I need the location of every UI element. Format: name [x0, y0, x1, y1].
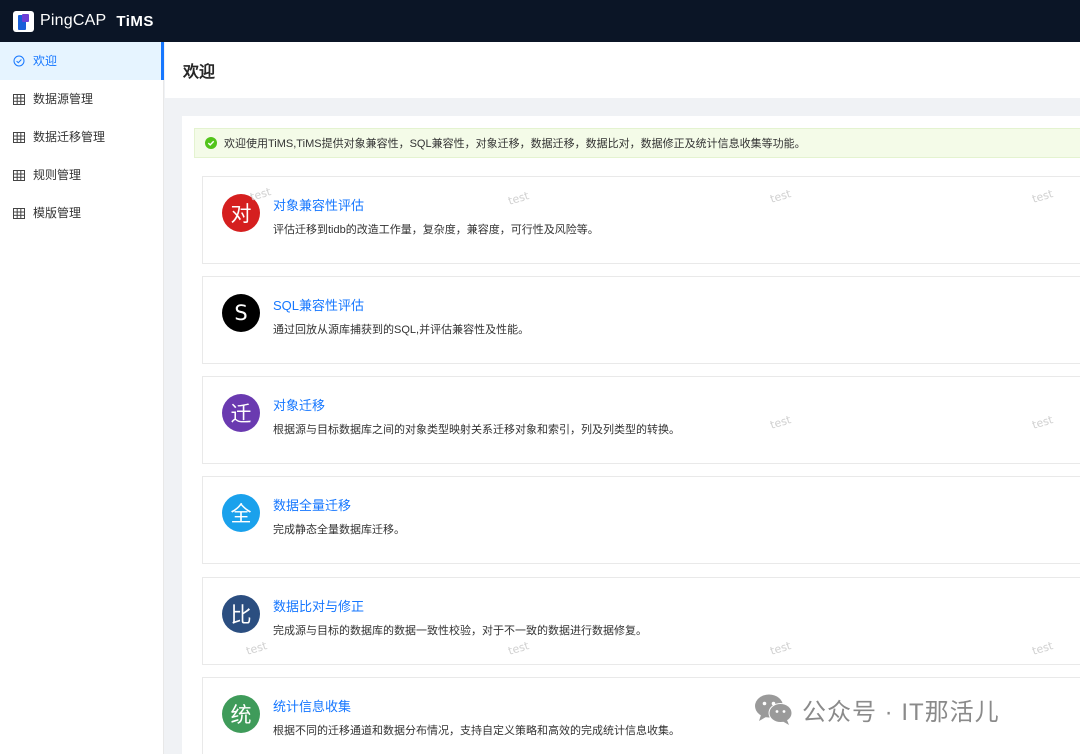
feature-avatar: S: [222, 294, 260, 332]
brand-name[interactable]: PingCAP: [40, 12, 106, 30]
feature-avatar: 迁: [222, 394, 260, 432]
sidebar-item-welcome[interactable]: 欢迎: [0, 42, 164, 80]
table-icon: [12, 130, 26, 144]
feature-card-full-data-migration[interactable]: 全 数据全量迁移 完成静态全量数据库迁移。: [202, 476, 1080, 564]
wechat-watermark-text: 公众号 · IT那活儿: [802, 699, 1000, 726]
feature-title-link[interactable]: 统计信息收集: [273, 696, 351, 715]
alert-text: 欢迎使用TiMS,TiMS提供对象兼容性，SQL兼容性，对象迁移，数据迁移，数据…: [224, 138, 806, 150]
feature-title-link[interactable]: 对象迁移: [273, 395, 325, 414]
feature-description: 完成静态全量数据库迁移。: [273, 524, 405, 536]
check-circle-icon: [12, 54, 26, 68]
feature-avatar: 统: [222, 695, 260, 733]
feature-description: 评估迁移到tidb的改造工作量，复杂度，兼容度，可行性及风险等。: [273, 224, 599, 236]
feature-avatar: 比: [222, 595, 260, 633]
table-icon: [12, 206, 26, 220]
wechat-watermark: 公众号 · IT那活儿: [754, 692, 1000, 727]
main-content: 欢迎使用TiMS,TiMS提供对象兼容性，SQL兼容性，对象迁移，数据迁移，数据…: [182, 116, 1080, 754]
feature-card-object-migration[interactable]: 迁 对象迁移 根据源与目标数据库之间的对象类型映射关系迁移对象和索引，列及列类型…: [202, 376, 1080, 464]
sidebar-item-label: 欢迎: [33, 54, 58, 68]
check-circle-filled-icon: [205, 137, 217, 149]
feature-card-object-compat[interactable]: 对 对象兼容性评估 评估迁移到tidb的改造工作量，复杂度，兼容度，可行性及风险…: [202, 176, 1080, 264]
product-name[interactable]: TiMS: [116, 13, 154, 30]
sidebar-item-label: 数据迁移管理: [33, 130, 106, 144]
feature-description: 根据源与目标数据库之间的对象类型映射关系迁移对象和索引，列及列类型的转换。: [273, 424, 680, 436]
welcome-alert: 欢迎使用TiMS,TiMS提供对象兼容性，SQL兼容性，对象迁移，数据迁移，数据…: [194, 128, 1080, 158]
sidebar-item-rules[interactable]: 规则管理: [0, 156, 163, 194]
app-root: PingCAP TiMS 欢迎 数据源管理 数据迁移管理 规则管理 模版管理 欢…: [0, 0, 1080, 754]
page-title: 欢迎: [183, 64, 216, 81]
sidebar-item-label: 数据源管理: [33, 92, 94, 106]
feature-description: 完成源与目标的数据库的数据一致性校验，对于不一致的数据进行数据修复。: [273, 625, 647, 637]
pingcap-logo-icon[interactable]: [13, 10, 34, 32]
feature-description: 通过回放从源库捕获到的SQL,并评估兼容性及性能。: [273, 324, 530, 336]
page-header: 欢迎: [165, 42, 1080, 98]
sidebar-menu: 欢迎 数据源管理 数据迁移管理 规则管理 模版管理: [0, 42, 164, 754]
feature-title-link[interactable]: 数据比对与修正: [273, 596, 364, 615]
sidebar-item-label: 规则管理: [33, 168, 82, 182]
sidebar-item-label: 模版管理: [33, 206, 82, 220]
feature-avatar: 对: [222, 194, 260, 232]
top-navigation-bar: PingCAP TiMS: [0, 0, 1080, 42]
table-icon: [12, 92, 26, 106]
feature-title-link[interactable]: SQL兼容性评估: [273, 295, 364, 314]
feature-card-data-compare-fix[interactable]: 比 数据比对与修正 完成源与目标的数据库的数据一致性校验，对于不一致的数据进行数…: [202, 577, 1080, 665]
sidebar-item-datasource[interactable]: 数据源管理: [0, 80, 163, 118]
feature-title-link[interactable]: 数据全量迁移: [273, 495, 351, 514]
feature-description: 根据不同的迁移通道和数据分布情况，支持自定义策略和高效的完成统计信息收集。: [273, 725, 680, 737]
feature-avatar: 全: [222, 494, 260, 532]
wechat-icon: [755, 694, 793, 725]
feature-title-link[interactable]: 对象兼容性评估: [273, 195, 364, 214]
table-icon: [12, 168, 26, 182]
feature-card-sql-compat[interactable]: S SQL兼容性评估 通过回放从源库捕获到的SQL,并评估兼容性及性能。: [202, 276, 1080, 364]
sidebar-item-migration[interactable]: 数据迁移管理: [0, 118, 163, 156]
sidebar-item-templates[interactable]: 模版管理: [0, 194, 163, 232]
